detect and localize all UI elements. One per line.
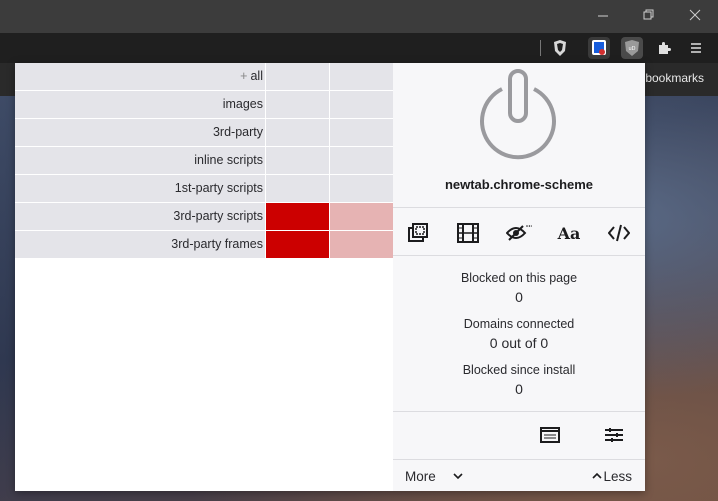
divider (393, 411, 645, 412)
browser-toolbar (0, 33, 718, 63)
bookmarks-label[interactable]: bookmarks (645, 71, 704, 85)
firewall-row-label: 3rd-party (15, 119, 265, 146)
restore-icon (643, 9, 654, 20)
local-rule-cell-blocked[interactable] (330, 231, 393, 258)
expand-plus[interactable]: + (240, 69, 247, 83)
firewall-row-3rd-party: 3rd-party (15, 119, 393, 147)
domains-connected-count: 0 out of 0 (489, 335, 549, 351)
local-rule-cell[interactable] (330, 175, 393, 202)
firewall-row-label: images (15, 91, 265, 118)
no-media-switch[interactable] (455, 221, 481, 245)
power-switch[interactable] (473, 69, 563, 165)
settings-sliders-icon (605, 428, 623, 442)
toolbar-separator (540, 40, 541, 56)
close-icon (689, 9, 701, 21)
menu-icon (691, 43, 701, 53)
power-icon (480, 69, 556, 160)
global-rule-cell[interactable] (266, 91, 329, 118)
ublock-popup: + all images 3rd-party inline scripts 1st… (15, 63, 645, 491)
local-rule-cell[interactable] (330, 119, 393, 146)
logger-list-icon (540, 427, 560, 443)
extensions-puzzle-icon (659, 42, 671, 54)
close-window-button[interactable] (672, 0, 718, 30)
chevron-up-icon[interactable] (592, 469, 602, 486)
no-cosmetic-filtering-switch[interactable] (506, 221, 532, 245)
firewall-row-label: 1st-party scripts (15, 175, 265, 202)
ublock-button[interactable]: uD (621, 37, 643, 59)
logger-button[interactable] (539, 426, 561, 444)
firewall-row-inline-scripts: inline scripts (15, 147, 393, 175)
divider (393, 459, 645, 460)
less-button[interactable]: Less (603, 469, 632, 484)
more-button[interactable]: More (405, 469, 436, 484)
firewall-row-label: 3rd-party frames (15, 231, 265, 258)
brave-shield-button[interactable] (549, 37, 571, 59)
media-icon (457, 223, 479, 243)
browser-menu-button[interactable] (685, 37, 707, 59)
domains-connected-label: Domains connected (463, 317, 575, 331)
global-rule-cell-blocked[interactable] (266, 231, 329, 258)
global-rule-cell-blocked[interactable] (266, 203, 329, 230)
minimize-button[interactable] (580, 0, 626, 30)
blocked-page-label: Blocked on this page (460, 271, 578, 285)
firewall-row-label: + all (15, 63, 265, 90)
divider (393, 255, 645, 256)
page-hostname: newtab.chrome-scheme (444, 177, 594, 192)
browser-titlebar (0, 0, 718, 33)
extensions-button[interactable] (653, 37, 675, 59)
global-rule-cell[interactable] (266, 119, 329, 146)
minimize-icon (598, 15, 608, 17)
local-rule-cell-blocked[interactable] (330, 203, 393, 230)
dashboard-button[interactable] (603, 426, 625, 444)
bitwarden-button[interactable] (588, 37, 610, 59)
blocked-install-label: Blocked since install (462, 363, 576, 377)
cosmetic-filter-icon (506, 225, 532, 241)
blocked-page-count: 0 (515, 289, 523, 305)
restore-button[interactable] (626, 0, 672, 30)
firewall-row-3rd-party-scripts: 3rd-party scripts (15, 203, 393, 231)
blocked-install-count: 0 (515, 381, 523, 397)
svg-text:uD: uD (628, 46, 635, 52)
local-rule-cell[interactable] (330, 147, 393, 174)
local-rule-cell[interactable] (330, 91, 393, 118)
no-popups-switch[interactable] (405, 221, 431, 245)
javascript-icon (608, 224, 630, 242)
no-scripting-switch[interactable] (606, 221, 632, 245)
main-panel: newtab.chrome-scheme Aa Blocked on this … (393, 63, 645, 491)
ublock-icon: uD (625, 40, 639, 56)
global-rule-cell[interactable] (266, 175, 329, 202)
firewall-row-label: inline scripts (15, 147, 265, 174)
firewall-row-label: 3rd-party scripts (15, 203, 265, 230)
firewall-row-1st-party-scripts: 1st-party scripts (15, 175, 393, 203)
per-site-switches: Aa (393, 211, 645, 255)
local-rule-cell[interactable] (330, 63, 393, 90)
bitwarden-icon (592, 40, 606, 55)
brave-shield-icon (554, 40, 566, 56)
firewall-row-images: images (15, 91, 393, 119)
firewall-row-all: + all (15, 63, 393, 91)
global-rule-cell[interactable] (266, 147, 329, 174)
fonts-icon: Aa (557, 223, 581, 243)
firewall-row-3rd-party-frames: 3rd-party frames (15, 231, 393, 259)
divider (393, 207, 645, 208)
global-rule-cell[interactable] (266, 63, 329, 90)
no-remote-fonts-switch[interactable]: Aa (556, 221, 582, 245)
chevron-down-icon[interactable] (453, 469, 463, 486)
popup-blocker-icon (408, 223, 428, 242)
